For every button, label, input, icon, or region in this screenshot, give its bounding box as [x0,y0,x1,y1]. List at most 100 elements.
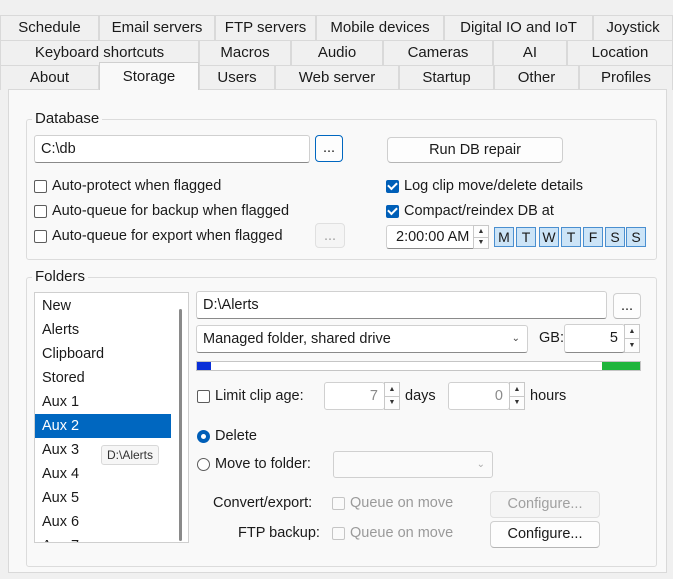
tab-mobile-devices[interactable]: Mobile devices [316,15,444,40]
folder-path-input[interactable]: D:\Alerts [196,291,607,319]
convert-queue-label: Queue on move [350,495,454,511]
folders-list[interactable]: New Alerts Clipboard Stored Aux 1 Aux 2 … [34,292,189,543]
day-toggle-saturday[interactable]: S [605,227,625,247]
auto-queue-backup-box [34,204,47,218]
move-to-folder-select[interactable]: ⌄ [333,451,493,478]
auto-protect-checkbox[interactable]: Auto-protect when flagged [34,178,221,194]
auto-queue-export-label: Auto-queue for export when flagged [52,228,283,244]
ftp-configure-button[interactable]: Configure... [490,521,600,548]
move-to-folder-label: Move to folder: [215,456,311,472]
folders-group-title: Folders [32,268,89,285]
tab-storage[interactable]: Storage [99,62,199,90]
list-item[interactable]: Aux 6 [35,510,171,534]
auto-queue-export-box [34,229,47,243]
compact-time-spinner[interactable]: ▲ ▼ [473,225,489,249]
database-path-input[interactable]: C:\db [34,135,310,163]
tab-other[interactable]: Other [494,65,579,90]
auto-queue-export-checkbox[interactable]: Auto-queue for export when flagged [34,228,283,244]
convert-queue-checkbox[interactable]: Queue on move [332,495,453,511]
tab-audio[interactable]: Audio [291,40,383,65]
chevron-down-icon: ⌄ [476,459,485,470]
spin-up-icon[interactable]: ▲ [385,383,399,396]
list-item[interactable]: New [35,294,171,318]
storage-free-fill [602,362,640,370]
gb-label: GB: [539,330,564,346]
move-to-folder-radio-dot [197,457,210,471]
auto-queue-backup-label: Auto-queue for backup when flagged [52,203,290,219]
list-item[interactable]: Aux 4 [35,462,171,486]
tab-macros[interactable]: Macros [199,40,291,65]
auto-queue-backup-checkbox[interactable]: Auto-queue for backup when flagged [34,203,289,219]
days-input[interactable]: 7 [324,382,385,410]
limit-clip-age-checkbox[interactable]: Limit clip age: [197,388,304,404]
limit-clip-age-box [197,389,210,403]
spin-down-icon[interactable]: ▼ [510,395,524,410]
tab-location[interactable]: Location [567,40,673,65]
spin-up-icon[interactable]: ▲ [474,226,488,237]
tab-users[interactable]: Users [199,65,275,90]
day-toggle-thursday[interactable]: T [561,227,581,247]
compact-checkbox[interactable]: Compact/reindex DB at [386,203,554,219]
list-item[interactable]: Alerts [35,318,171,342]
day-toggle-monday[interactable]: M [494,227,514,247]
tab-about[interactable]: About [0,65,99,90]
spin-down-icon[interactable]: ▼ [385,395,399,410]
convert-export-label: Convert/export: [213,495,313,511]
hours-input[interactable]: 0 [448,382,510,410]
list-item[interactable]: Aux 5 [35,486,171,510]
list-item[interactable]: Aux 1 [35,390,171,414]
day-toggle-sunday[interactable]: S [626,227,646,247]
list-item[interactable]: Aux 7 [35,534,171,542]
tab-web-server[interactable]: Web server [275,65,399,90]
spin-up-icon[interactable]: ▲ [625,325,639,338]
days-spinner[interactable]: ▲ ▼ [384,382,400,410]
hours-spinner[interactable]: ▲ ▼ [509,382,525,410]
storage-used-fill [197,362,211,370]
convert-queue-box [332,496,345,510]
compact-label: Compact/reindex DB at [404,203,554,219]
compact-time-input[interactable]: 2:00:00 AM [386,225,476,249]
delete-radio[interactable]: Delete [197,428,257,444]
tab-profiles[interactable]: Profiles [579,65,673,90]
tab-ai[interactable]: AI [493,40,567,65]
convert-configure-button[interactable]: Configure... [490,491,600,518]
log-clip-label: Log clip move/delete details [404,178,583,194]
list-item[interactable]: Stored [35,366,171,390]
hours-label: hours [530,388,567,404]
log-clip-checkbox[interactable]: Log clip move/delete details [386,178,583,194]
delete-radio-dot [197,429,210,443]
folder-browse-button[interactable]: ... [613,293,641,319]
tab-row-3: About Storage Users Web server Startup O… [0,62,673,90]
move-to-folder-radio[interactable]: Move to folder: [197,456,311,472]
ftp-queue-checkbox[interactable]: Queue on move [332,525,453,541]
list-item-selected[interactable]: Aux 2 [35,414,171,438]
spin-up-icon[interactable]: ▲ [510,383,524,396]
ftp-queue-label: Queue on move [350,525,454,541]
list-item[interactable]: Clipboard [35,342,171,366]
tab-startup[interactable]: Startup [399,65,494,90]
folders-list-scrollbar[interactable] [179,309,182,541]
tab-digital-io[interactable]: Digital IO and IoT [444,15,593,40]
day-toggle-friday[interactable]: F [583,227,603,247]
spin-down-icon[interactable]: ▼ [625,338,639,352]
database-browse-button[interactable]: ... [315,135,343,162]
tab-schedule[interactable]: Schedule [0,15,99,40]
gb-spinner[interactable]: ▲ ▼ [624,324,640,353]
spin-down-icon[interactable]: ▼ [474,236,488,249]
gb-input[interactable]: 5 [564,324,625,353]
tab-email-servers[interactable]: Email servers [99,15,215,40]
tab-ftp-servers[interactable]: FTP servers [215,15,316,40]
run-db-repair-button[interactable]: Run DB repair [387,137,563,163]
delete-radio-label: Delete [215,428,257,444]
tab-cameras[interactable]: Cameras [383,40,493,65]
day-toggle-tuesday[interactable]: T [516,227,536,247]
day-toggle-wednesday[interactable]: W [539,227,559,247]
folder-type-value: Managed folder, shared drive [203,331,391,347]
auto-protect-label: Auto-protect when flagged [52,178,222,194]
tab-joystick[interactable]: Joystick [593,15,673,40]
auto-protect-box [34,179,47,193]
tab-row-1: Schedule Email servers FTP servers Mobil… [0,15,673,40]
compact-box [386,204,399,218]
folder-type-select[interactable]: Managed folder, shared drive ⌄ [196,325,528,353]
export-more-button[interactable]: ... [315,223,345,248]
